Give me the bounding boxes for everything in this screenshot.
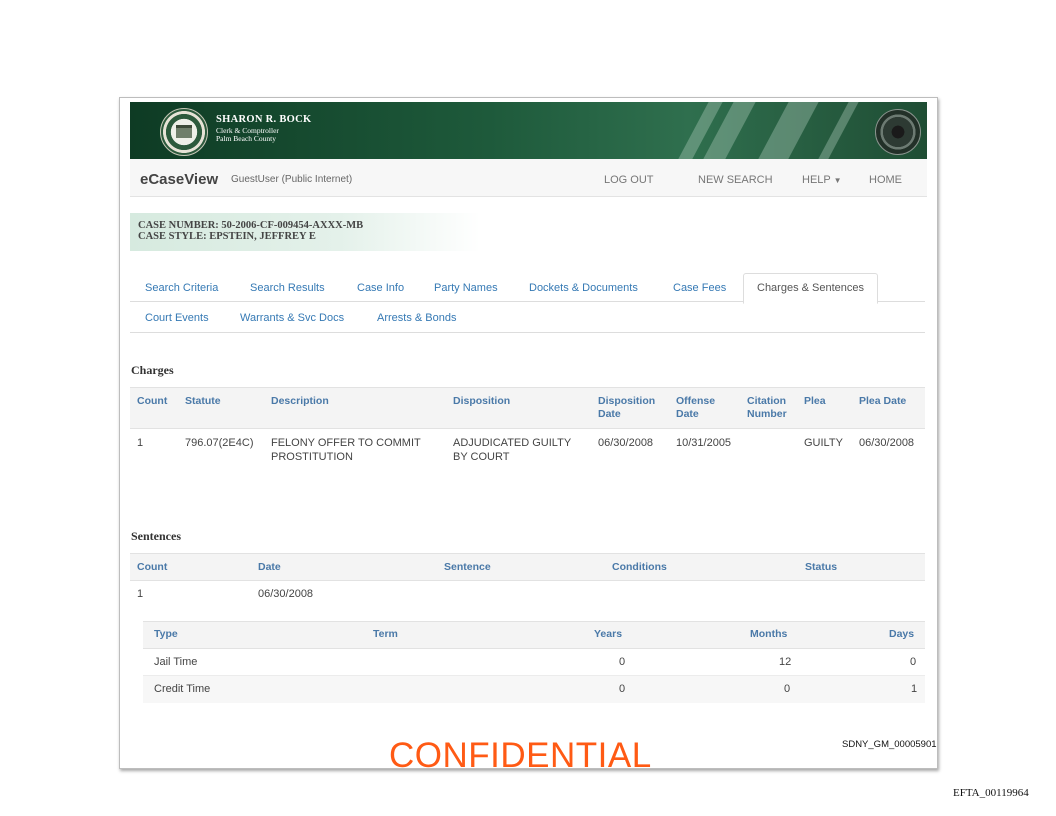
case-style: CASE STYLE: EPSTEIN, JEFFREY E bbox=[138, 231, 316, 242]
clerk-title: Clerk & Comptroller bbox=[216, 125, 279, 135]
col-days: Days bbox=[889, 628, 915, 640]
top-navbar: eCaseView GuestUser (Public Internet) LO… bbox=[130, 159, 927, 197]
col-description: Description bbox=[271, 395, 329, 407]
case-header: CASE NUMBER: 50-2006-CF-009454-AXXX-MB C… bbox=[130, 213, 480, 251]
col-plea: Plea bbox=[804, 395, 826, 407]
jail-time-type: Jail Time bbox=[154, 656, 198, 668]
credit-time-years: 0 bbox=[619, 683, 626, 695]
sentences-title: Sentences bbox=[131, 529, 181, 543]
credit-time-days: 1 bbox=[911, 683, 918, 695]
jail-time-months: 12 bbox=[779, 656, 792, 668]
clerk-banner: SHARON R. BOCK Clerk & Comptroller Palm … bbox=[130, 102, 927, 159]
sentence-detail-header-row bbox=[143, 621, 925, 649]
tab-party-names[interactable]: Party Names bbox=[434, 282, 498, 294]
bates-number: SDNY_GM_00005901 bbox=[842, 739, 937, 750]
col-years: Years bbox=[594, 628, 623, 640]
confidential-stamp: CONFIDENTIAL bbox=[389, 736, 652, 769]
col-term: Term bbox=[373, 628, 398, 640]
efta-number: EFTA_00119964 bbox=[953, 787, 1029, 799]
tab-case-fees[interactable]: Case Fees bbox=[673, 282, 726, 294]
sentence-date: 06/30/2008 bbox=[258, 588, 314, 600]
col-sentence-count: Count bbox=[137, 561, 168, 573]
browser-frame: SHARON R. BOCK Clerk & Comptroller Palm … bbox=[119, 97, 938, 769]
help-label: HELP bbox=[802, 174, 831, 186]
jail-time-years: 0 bbox=[619, 656, 626, 668]
col-plea-date: Plea Date bbox=[859, 395, 907, 407]
tab-dockets-documents[interactable]: Dockets & Documents bbox=[529, 282, 638, 294]
tab-search-criteria[interactable]: Search Criteria bbox=[145, 282, 218, 294]
charge-statute: 796.07(2E4C) bbox=[185, 437, 254, 449]
user-label: GuestUser (Public Internet) bbox=[231, 174, 353, 185]
case-number: CASE NUMBER: 50-2006-CF-009454-AXXX-MB bbox=[138, 220, 364, 231]
col-months: Months bbox=[750, 628, 788, 640]
sentence-count: 1 bbox=[137, 588, 144, 600]
charge-plea-date: 06/30/2008 bbox=[859, 437, 915, 449]
logout-link[interactable]: LOG OUT bbox=[604, 174, 654, 186]
charge-disposition: ADJUDICATED GUILTY BY COURT bbox=[453, 437, 572, 463]
col-citation-number: Citation Number bbox=[747, 395, 787, 420]
clock-tower-icon bbox=[875, 109, 921, 155]
new-search-link[interactable]: NEW SEARCH bbox=[698, 174, 773, 186]
county-name: Palm Beach County bbox=[216, 134, 276, 143]
tab-search-results[interactable]: Search Results bbox=[250, 282, 325, 294]
home-link[interactable]: HOME bbox=[869, 174, 902, 186]
col-statute: Statute bbox=[185, 395, 221, 407]
tab-warrants-svc-docs[interactable]: Warrants & Svc Docs bbox=[240, 312, 344, 324]
charge-description: FELONY OFFER TO COMMIT PROSTITUTION bbox=[271, 437, 421, 463]
credit-time-row bbox=[143, 675, 925, 703]
charge-count: 1 bbox=[137, 437, 144, 449]
credit-time-type: Credit Time bbox=[154, 683, 211, 695]
col-sentence: Sentence bbox=[444, 561, 491, 573]
charges-title: Charges bbox=[131, 363, 174, 377]
col-disposition: Disposition bbox=[453, 395, 511, 407]
col-type: Type bbox=[154, 628, 178, 640]
tab-court-events[interactable]: Court Events bbox=[145, 312, 209, 324]
app-brand[interactable]: eCaseView bbox=[140, 171, 218, 188]
charge-plea: GUILTY bbox=[804, 437, 843, 449]
tab-arrests-bonds[interactable]: Arrests & Bonds bbox=[377, 312, 456, 324]
tabs-divider-2 bbox=[130, 332, 925, 333]
help-menu[interactable]: HELP ▼ bbox=[802, 174, 842, 186]
tab-charges-sentences[interactable]: Charges & Sentences bbox=[743, 273, 879, 304]
col-count: Count bbox=[137, 395, 168, 407]
col-offense-date: Offense Date bbox=[676, 395, 716, 420]
jail-time-days: 0 bbox=[910, 656, 917, 668]
col-sentence-date: Date bbox=[258, 561, 281, 573]
credit-time-months: 0 bbox=[784, 683, 791, 695]
col-disposition-date: Disposition Date bbox=[598, 395, 656, 420]
col-status: Status bbox=[805, 561, 838, 573]
col-conditions: Conditions bbox=[612, 561, 667, 573]
charge-offense-date: 10/31/2005 bbox=[676, 437, 732, 449]
county-seal-logo bbox=[160, 108, 208, 156]
clerk-name: SHARON R. BOCK bbox=[216, 114, 312, 125]
charge-disposition-date: 06/30/2008 bbox=[598, 437, 654, 449]
tab-case-info[interactable]: Case Info bbox=[357, 282, 404, 294]
charges-header-row bbox=[130, 387, 925, 429]
caret-down-icon: ▼ bbox=[833, 176, 842, 185]
